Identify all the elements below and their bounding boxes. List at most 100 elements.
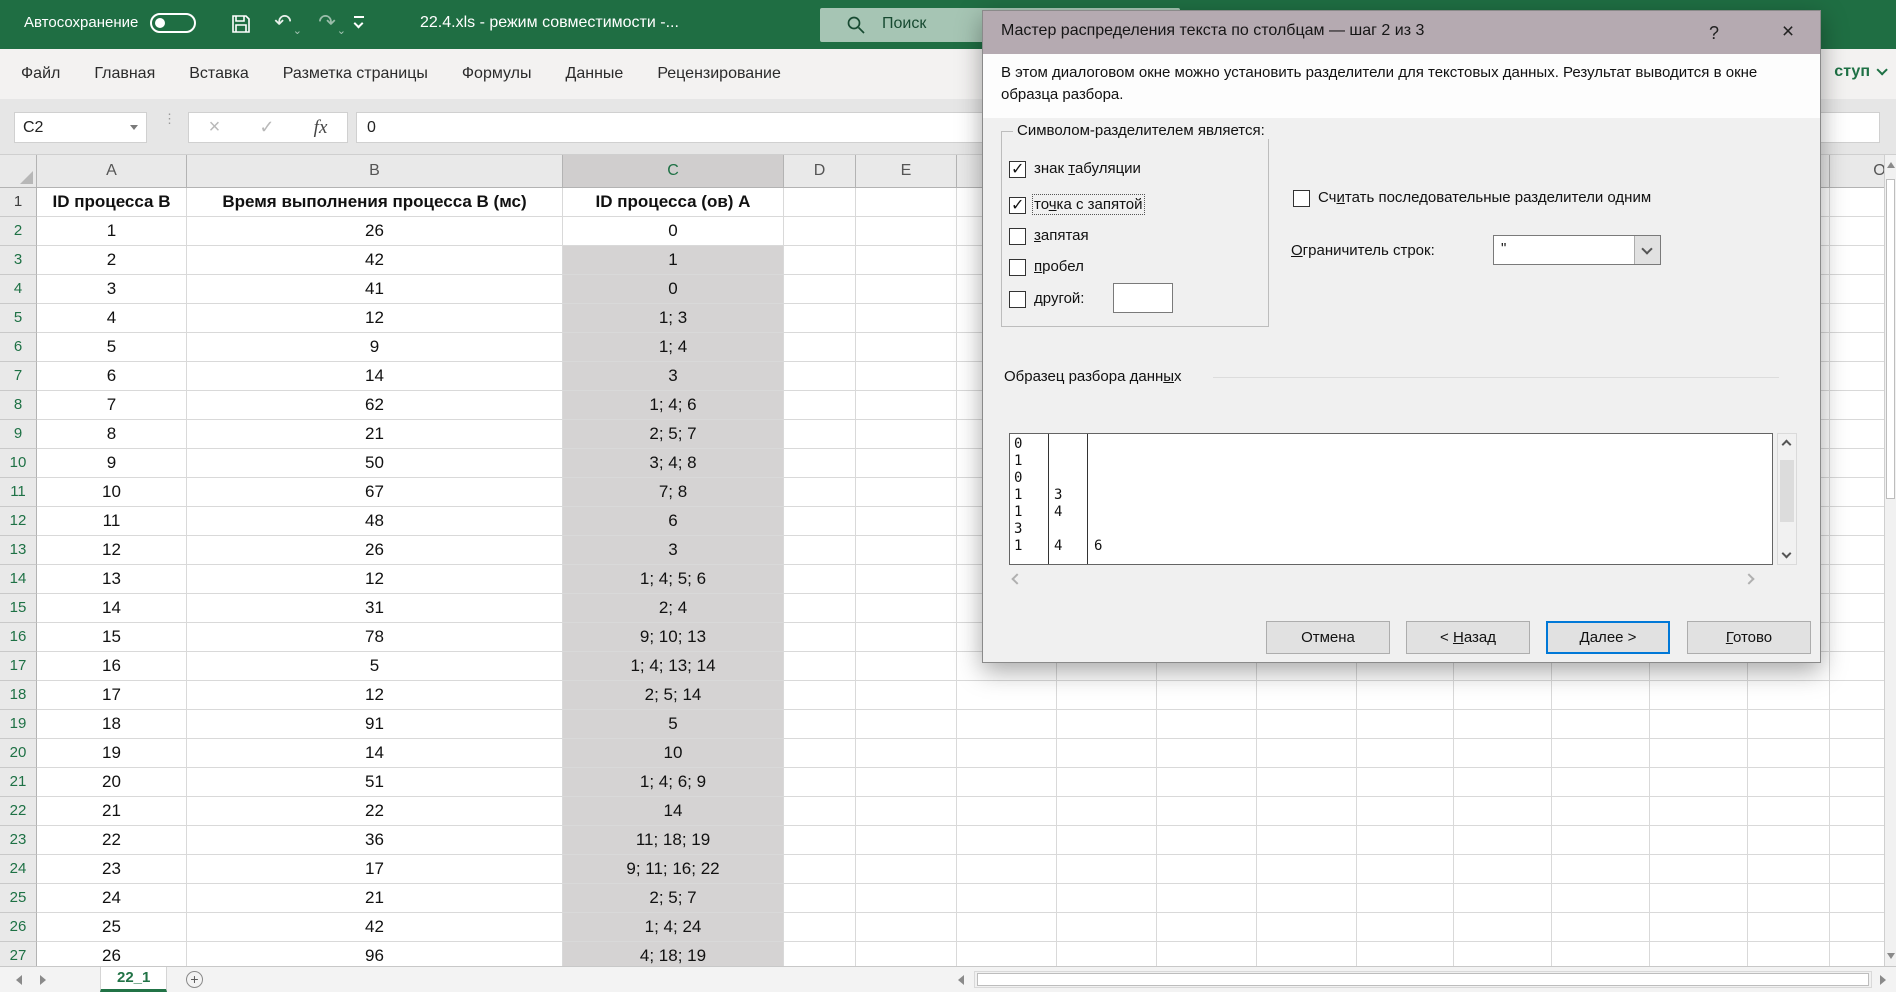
- cell-L24[interactable]: [1552, 855, 1650, 884]
- cell-J26[interactable]: [1357, 913, 1454, 942]
- cell-B10[interactable]: 50: [187, 449, 563, 478]
- cell-A1[interactable]: ID процесса B: [37, 188, 187, 217]
- cell-G27[interactable]: [1057, 942, 1157, 966]
- row-header-22[interactable]: 22: [0, 797, 37, 826]
- cell-K18[interactable]: [1454, 681, 1552, 710]
- cell-D13[interactable]: [784, 536, 856, 565]
- share-button[interactable]: ступ: [1834, 63, 1884, 81]
- cell-L18[interactable]: [1552, 681, 1650, 710]
- cell-D12[interactable]: [784, 507, 856, 536]
- cell-F22[interactable]: [957, 797, 1057, 826]
- cell-E11[interactable]: [856, 478, 957, 507]
- cell-A12[interactable]: 11: [37, 507, 187, 536]
- cell-F26[interactable]: [957, 913, 1057, 942]
- cell-E4[interactable]: [856, 275, 957, 304]
- cell-H18[interactable]: [1157, 681, 1257, 710]
- cell-B13[interactable]: 26: [187, 536, 563, 565]
- cell-C13[interactable]: 3: [563, 536, 784, 565]
- scroll-left-icon[interactable]: [1011, 573, 1022, 584]
- cell-K20[interactable]: [1454, 739, 1552, 768]
- finish-button[interactable]: Готово: [1687, 621, 1811, 654]
- cell-E5[interactable]: [856, 304, 957, 333]
- cell-F27[interactable]: [957, 942, 1057, 966]
- cell-B7[interactable]: 14: [187, 362, 563, 391]
- cell-H24[interactable]: [1157, 855, 1257, 884]
- cell-B14[interactable]: 12: [187, 565, 563, 594]
- row-header-25[interactable]: 25: [0, 884, 37, 913]
- cell-A20[interactable]: 19: [37, 739, 187, 768]
- cell-A16[interactable]: 15: [37, 623, 187, 652]
- undo-dropdown-icon[interactable]: ⌄: [293, 18, 302, 44]
- cell-M18[interactable]: [1650, 681, 1748, 710]
- row-header-5[interactable]: 5: [0, 304, 37, 333]
- row-header-21[interactable]: 21: [0, 768, 37, 797]
- cell-A15[interactable]: 14: [37, 594, 187, 623]
- row-header-27[interactable]: 27: [0, 942, 37, 966]
- cell-C4[interactable]: 0: [563, 275, 784, 304]
- cell-D27[interactable]: [784, 942, 856, 966]
- consecutive-checkbox-label[interactable]: Считать последовательные разделители одн…: [1318, 189, 1651, 206]
- cell-L27[interactable]: [1552, 942, 1650, 966]
- tab-checkbox-label[interactable]: знак табуляции: [1034, 160, 1141, 177]
- row-header-19[interactable]: 19: [0, 710, 37, 739]
- cell-A14[interactable]: 13: [37, 565, 187, 594]
- row-header-9[interactable]: 9: [0, 420, 37, 449]
- cell-D19[interactable]: [784, 710, 856, 739]
- cell-B9[interactable]: 21: [187, 420, 563, 449]
- cell-L26[interactable]: [1552, 913, 1650, 942]
- comma-checkbox[interactable]: [1009, 228, 1026, 245]
- cell-B26[interactable]: 42: [187, 913, 563, 942]
- cell-E14[interactable]: [856, 565, 957, 594]
- cell-H22[interactable]: [1157, 797, 1257, 826]
- cell-C23[interactable]: 11; 18; 19: [563, 826, 784, 855]
- cell-D16[interactable]: [784, 623, 856, 652]
- row-header-13[interactable]: 13: [0, 536, 37, 565]
- cell-I24[interactable]: [1257, 855, 1357, 884]
- cell-A10[interactable]: 9: [37, 449, 187, 478]
- tab-formulas[interactable]: Формулы: [445, 65, 549, 83]
- cell-I26[interactable]: [1257, 913, 1357, 942]
- cell-E19[interactable]: [856, 710, 957, 739]
- row-header-20[interactable]: 20: [0, 739, 37, 768]
- cell-K23[interactable]: [1454, 826, 1552, 855]
- cell-F18[interactable]: [957, 681, 1057, 710]
- cell-B25[interactable]: 21: [187, 884, 563, 913]
- cell-I25[interactable]: [1257, 884, 1357, 913]
- cell-M23[interactable]: [1650, 826, 1748, 855]
- data-preview-box[interactable]: 01013143146: [1009, 433, 1773, 565]
- sheet-nav-left-icon[interactable]: [16, 975, 22, 985]
- save-icon[interactable]: [226, 10, 256, 38]
- cell-I22[interactable]: [1257, 797, 1357, 826]
- row-header-24[interactable]: 24: [0, 855, 37, 884]
- cell-D1[interactable]: [784, 188, 856, 217]
- cell-C1[interactable]: ID процесса (ов) A: [563, 188, 784, 217]
- tab-data[interactable]: Данные: [549, 65, 641, 83]
- cell-F23[interactable]: [957, 826, 1057, 855]
- cell-B20[interactable]: 14: [187, 739, 563, 768]
- tab-file[interactable]: Файл: [4, 65, 77, 83]
- cell-G21[interactable]: [1057, 768, 1157, 797]
- cell-C26[interactable]: 1; 4; 24: [563, 913, 784, 942]
- cell-D4[interactable]: [784, 275, 856, 304]
- cell-E23[interactable]: [856, 826, 957, 855]
- cell-D11[interactable]: [784, 478, 856, 507]
- cell-D20[interactable]: [784, 739, 856, 768]
- cell-I21[interactable]: [1257, 768, 1357, 797]
- cell-J24[interactable]: [1357, 855, 1454, 884]
- scroll-right-icon[interactable]: [1743, 573, 1754, 584]
- column-header-D[interactable]: D: [784, 155, 856, 188]
- row-header-4[interactable]: 4: [0, 275, 37, 304]
- name-box-dropdown-icon[interactable]: [130, 125, 138, 130]
- cell-C25[interactable]: 2; 5; 7: [563, 884, 784, 913]
- cell-G18[interactable]: [1057, 681, 1157, 710]
- row-header-10[interactable]: 10: [0, 449, 37, 478]
- redo-dropdown-icon[interactable]: ⌄: [337, 18, 346, 44]
- cell-N23[interactable]: [1748, 826, 1830, 855]
- comma-checkbox-label[interactable]: запятая: [1034, 227, 1089, 244]
- row-header-16[interactable]: 16: [0, 623, 37, 652]
- cell-K25[interactable]: [1454, 884, 1552, 913]
- cell-C14[interactable]: 1; 4; 5; 6: [563, 565, 784, 594]
- autosave-toggle[interactable]: [150, 13, 196, 33]
- select-all-corner[interactable]: [0, 155, 37, 188]
- confirm-entry-icon[interactable]: ✓: [259, 117, 274, 138]
